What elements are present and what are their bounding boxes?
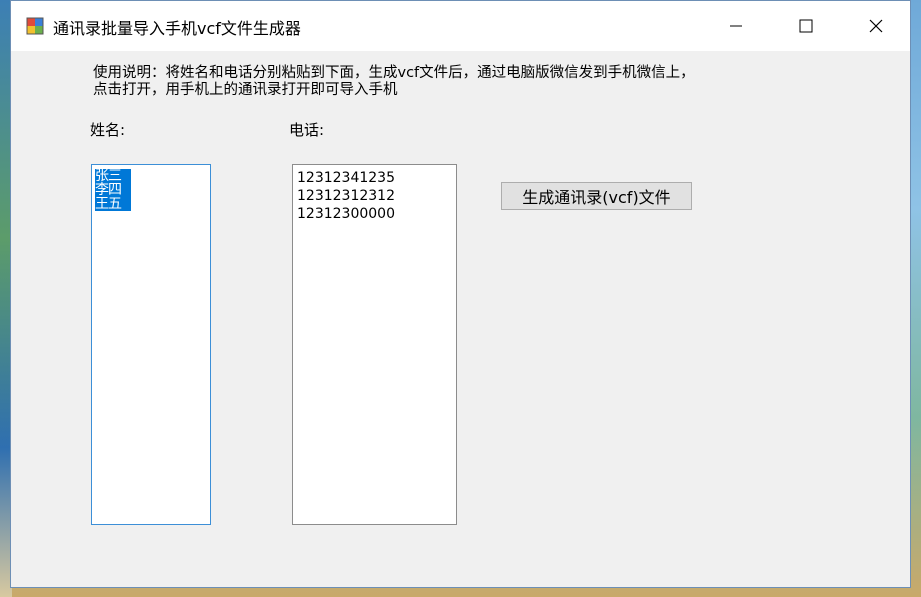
instructions-line-1: 使用说明：将姓名和电话分别粘贴到下面，生成vcf文件后，通过电脑版微信发到手机微… xyxy=(93,65,695,81)
phone-item: 12312300000 xyxy=(297,206,395,222)
window-title: 通讯录批量导入手机vcf文件生成器 xyxy=(53,19,301,38)
name-item: 李四 xyxy=(95,183,131,197)
close-button[interactable] xyxy=(841,1,911,51)
minimize-button[interactable] xyxy=(701,1,771,51)
maximize-button[interactable] xyxy=(771,1,841,51)
instructions-line-2: 点击打开，用手机上的通讯录打开即可导入手机 xyxy=(93,82,398,98)
phone-item: 12312312312 xyxy=(297,188,395,204)
name-item: 张三 xyxy=(95,169,131,183)
phone-list: 12312341235 12312312312 12312300000 xyxy=(297,169,395,223)
name-label: 姓名: xyxy=(90,121,126,139)
close-icon xyxy=(869,19,883,33)
instructions: 使用说明：将姓名和电话分别粘贴到下面，生成vcf文件后，通过电脑版微信发到手机微… xyxy=(93,65,695,99)
maximize-icon xyxy=(799,19,813,33)
minimize-icon xyxy=(730,25,742,27)
phone-textarea[interactable]: 12312341235 12312312312 12312300000 xyxy=(292,164,457,525)
generate-vcf-button[interactable]: 生成通讯录(vcf)文件 xyxy=(501,182,692,210)
title-bar[interactable]: 通讯录批量导入手机vcf文件生成器 xyxy=(11,1,910,51)
app-window: 通讯录批量导入手机vcf文件生成器 使用说明：将姓名和电话分别粘贴到下面，生成v… xyxy=(10,0,911,588)
name-list: 张三 李四 王五 xyxy=(95,169,131,211)
app-icon xyxy=(26,17,44,35)
name-textarea[interactable]: 张三 李四 王五 xyxy=(91,164,211,525)
phone-item: 12312341235 xyxy=(297,170,395,186)
name-item: 王五 xyxy=(95,197,131,211)
phone-label: 电话: xyxy=(289,121,325,139)
